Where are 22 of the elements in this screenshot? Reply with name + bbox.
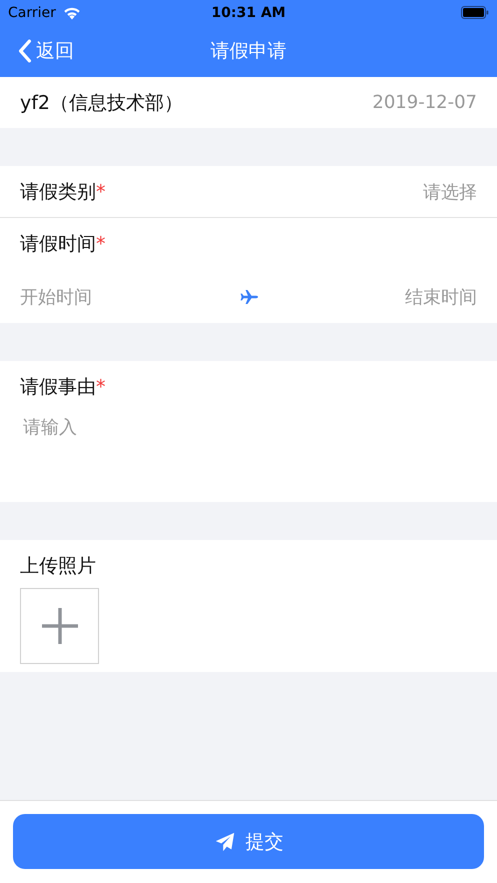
- start-time-picker[interactable]: 开始时间: [20, 284, 92, 308]
- field-label: 请假时间*: [20, 232, 106, 257]
- paper-plane-icon: [214, 830, 236, 852]
- field-label: 请假事由*: [20, 375, 106, 400]
- end-time-picker[interactable]: 结束时间: [405, 284, 477, 308]
- type-picker[interactable]: 请选择: [423, 180, 477, 204]
- field-label: 请假类别*: [20, 180, 106, 204]
- status-time: 10:31 AM: [211, 4, 286, 20]
- plus-icon: [40, 606, 80, 646]
- airplane-icon: [238, 288, 258, 304]
- user-name: yf2（信息技术部）: [20, 90, 184, 116]
- page-title: 请假申请: [210, 39, 286, 64]
- carrier-label: Carrier: [8, 4, 56, 20]
- field-label: 上传照片: [20, 554, 96, 579]
- reason-field[interactable]: 请输入: [0, 409, 497, 502]
- wifi-icon: [62, 6, 82, 20]
- battery-icon: [461, 6, 489, 19]
- date-label: 2019-12-07: [372, 92, 477, 113]
- chevron-left-icon: [18, 39, 32, 63]
- add-photo-button[interactable]: [20, 588, 99, 664]
- back-button[interactable]: 返回: [18, 38, 74, 64]
- submit-button[interactable]: 提交: [13, 814, 484, 869]
